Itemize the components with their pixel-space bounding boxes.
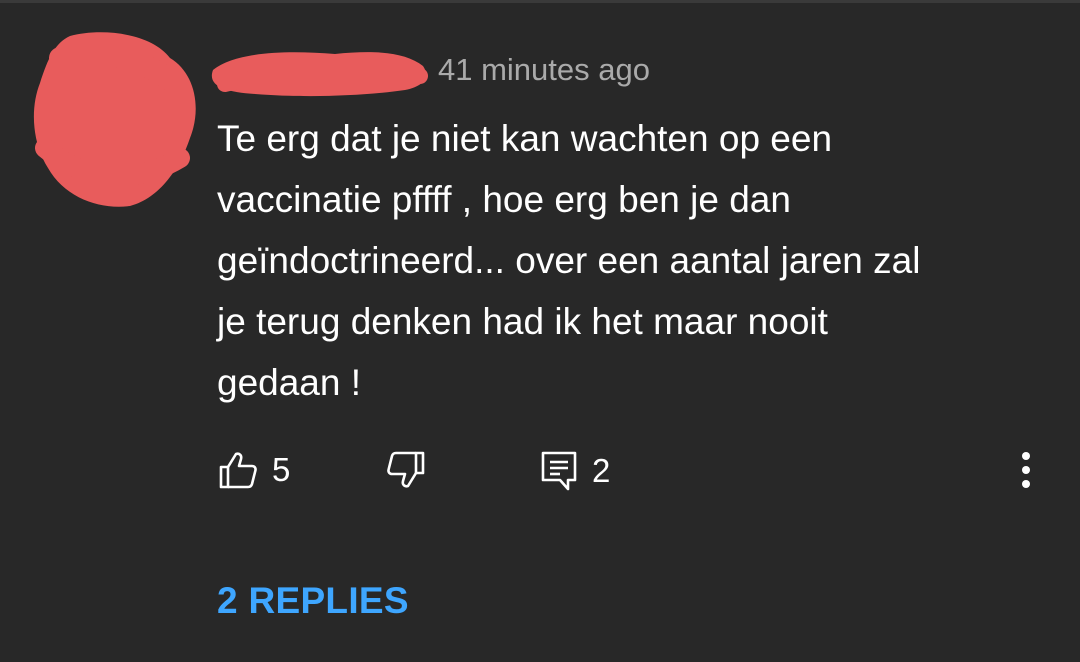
comment-line: gedaan ! [217,362,362,403]
comment-line: Te erg dat je niet kan wachten op een [217,118,833,159]
dislike-button[interactable] [386,450,426,490]
username-redacted[interactable] [205,40,430,102]
reply-count: 2 [592,452,611,489]
comment-line: vaccinatie pffff , hoe erg ben je dan [217,179,791,220]
like-count: 5 [272,451,291,488]
thumbs-down-icon [387,451,425,488]
comment-timestamp: 41 minutes ago [438,52,650,87]
thumbs-up-icon [219,452,257,489]
top-edge [0,0,1080,3]
view-replies-link[interactable]: 2 REPLIES [217,580,409,622]
avatar-redacted[interactable] [30,28,202,210]
comment-line: je terug denken had ik het maar nooit [217,301,828,342]
comment-icon [541,451,577,491]
reply-button[interactable]: 2 [540,450,610,492]
comment-line: geïndoctrineerd... over een aantal jaren… [217,240,921,281]
like-button[interactable]: 5 [218,450,290,490]
comment-text: Te erg dat je niet kan wachten op een va… [217,108,1027,413]
more-vert-icon[interactable] [1008,448,1044,492]
